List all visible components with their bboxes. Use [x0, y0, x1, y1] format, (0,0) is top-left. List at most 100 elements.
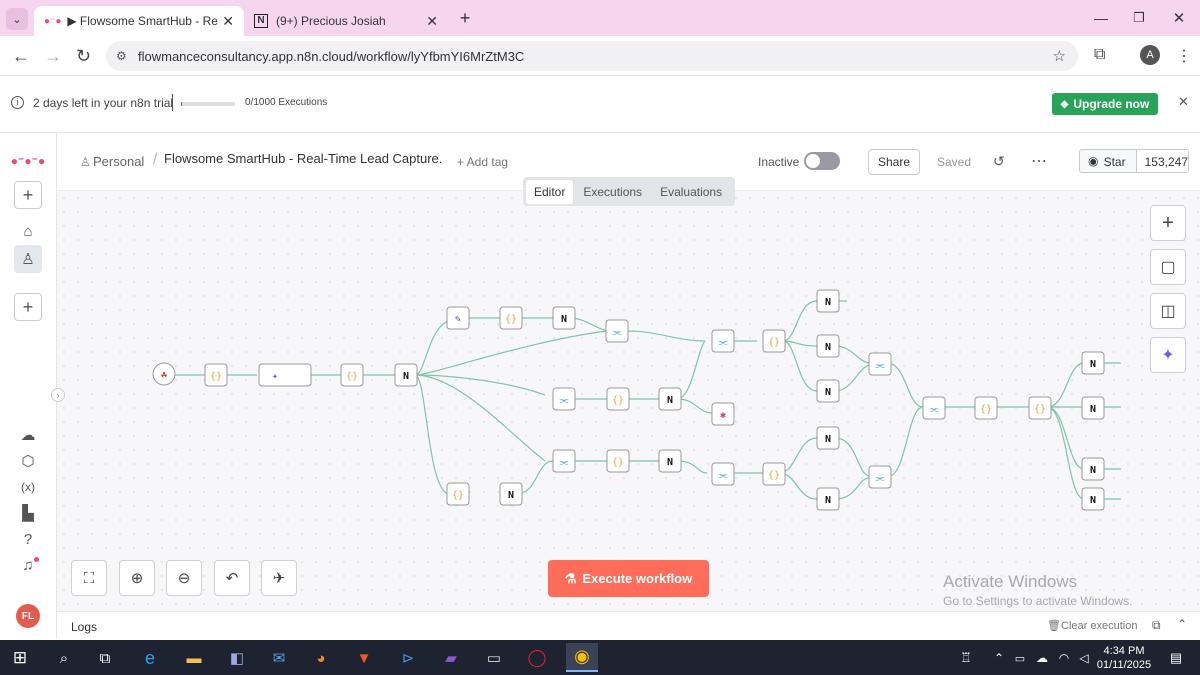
- ai-assistant-icon[interactable]: ✦: [1150, 337, 1186, 373]
- svg-text:N: N: [1090, 404, 1096, 415]
- svg-text:⫘: ⫘: [876, 473, 885, 484]
- volume-icon[interactable]: ◁: [1072, 646, 1096, 670]
- profile-avatar[interactable]: A: [1140, 45, 1160, 65]
- close-window-button[interactable]: ✕: [1164, 6, 1194, 30]
- sidebar-collapse-button[interactable]: ›: [51, 388, 65, 402]
- search-icon[interactable]: ⌕: [52, 646, 76, 670]
- create-button[interactable]: +: [14, 181, 42, 209]
- mail-icon[interactable]: ✉: [267, 646, 291, 670]
- svg-text:N: N: [403, 371, 409, 382]
- browser-tab[interactable]: N (9+) Precious Josiah ✕: [244, 6, 448, 36]
- close-tab-icon[interactable]: ✕: [426, 13, 438, 30]
- task-view-icon[interactable]: ⧉: [93, 646, 117, 670]
- pop-out-icon[interactable]: ⧉: [1152, 618, 1161, 633]
- n8n-logo-icon[interactable]: ●⁼●⁼●: [11, 147, 45, 175]
- forward-icon[interactable]: →: [44, 46, 62, 67]
- personal-icon[interactable]: ♙: [14, 245, 42, 273]
- back-icon[interactable]: ←: [12, 46, 30, 67]
- execute-workflow-button[interactable]: ⚗ Execute workflow: [548, 560, 709, 597]
- svg-text:✱: ✱: [720, 410, 726, 421]
- url-input[interactable]: ⚙ flowmanceconsultancy.app.n8n.cloud/wor…: [106, 41, 1078, 71]
- svg-text:✦: ✦: [272, 371, 278, 382]
- zoom-in-icon[interactable]: ⊕: [119, 560, 155, 596]
- close-tab-icon[interactable]: ✕: [222, 13, 234, 30]
- store-icon[interactable]: ◧: [225, 646, 249, 670]
- zoom-out-icon[interactable]: ⊖: [166, 560, 202, 596]
- logs-label[interactable]: Logs: [71, 620, 97, 634]
- svg-text:{}: {}: [505, 314, 517, 325]
- svg-text:⫘: ⫘: [930, 404, 939, 415]
- brave-icon[interactable]: ▼: [352, 646, 376, 670]
- more-options-icon[interactable]: ⋯: [1031, 151, 1047, 171]
- restore-button[interactable]: ❐: [1124, 6, 1154, 30]
- sticky-note-icon[interactable]: ▢: [1150, 249, 1186, 285]
- extensions-icon[interactable]: ⧉: [1094, 46, 1105, 64]
- add-tag-link[interactable]: + Add tag: [457, 155, 508, 169]
- svg-text:N: N: [825, 495, 831, 506]
- home-icon[interactable]: ⌂: [14, 217, 42, 245]
- clear-execution-button[interactable]: Clear execution: [1061, 620, 1137, 632]
- side-panel-icon[interactable]: ◫: [1150, 293, 1186, 329]
- tab-search-button[interactable]: ⌄: [6, 8, 28, 30]
- clock-time: 4:34 PM: [1103, 645, 1145, 657]
- edge-icon[interactable]: e: [138, 646, 162, 670]
- site-info-icon[interactable]: ⚙: [116, 49, 127, 63]
- clipchamp-icon[interactable]: ▰: [439, 646, 463, 670]
- github-icon: ◉: [1088, 154, 1099, 168]
- logs-bar[interactable]: Logs 🗑 Clear execution ⧉ ⌃: [57, 611, 1200, 640]
- notifications-icon[interactable]: ♫: [14, 551, 42, 579]
- workflow-nodes: [152, 289, 1105, 511]
- history-icon[interactable]: ↺: [993, 153, 1005, 170]
- workflow-canvas[interactable]: Editor Executions Evaluations ☘ {} ✦ {} …: [57, 177, 1200, 611]
- browser-tab-strip: ⌄ ●⁻● ▶ Flowsome SmartHub - Real-T ✕ N (…: [0, 0, 1200, 36]
- flask-icon: ⚗: [564, 570, 577, 586]
- bookmark-star-icon[interactable]: ☆: [1053, 47, 1066, 65]
- upgrade-button[interactable]: ◈ Upgrade now: [1052, 93, 1158, 115]
- close-banner-icon[interactable]: ✕: [1178, 94, 1189, 110]
- svg-text:{}: {}: [612, 395, 624, 406]
- add-project-button[interactable]: +: [14, 293, 42, 321]
- people-icon[interactable]: ♖: [954, 646, 978, 670]
- github-star-widget[interactable]: ◉ Star 153,247: [1079, 149, 1189, 173]
- active-toggle[interactable]: [804, 152, 840, 170]
- clock[interactable]: 4:34 PM 01/11/2025: [1096, 644, 1152, 672]
- breadcrumb-personal[interactable]: Personal: [93, 154, 144, 169]
- svg-text:N: N: [508, 490, 514, 501]
- user-icon: ♙: [80, 155, 91, 169]
- network-icon[interactable]: ☁: [1030, 646, 1054, 670]
- browser-tab-active[interactable]: ●⁻● ▶ Flowsome SmartHub - Real-T ✕: [34, 6, 244, 36]
- chrome-icon[interactable]: ◉: [566, 643, 598, 672]
- workflow-title[interactable]: Flowsome SmartHub - Real-Time Lead Captu…: [164, 151, 442, 166]
- powershell-icon[interactable]: ⊳: [396, 646, 420, 670]
- watermark-title: Activate Windows: [943, 572, 1078, 591]
- variables-icon[interactable]: (x): [14, 473, 42, 501]
- svg-text:☘: ☘: [161, 370, 167, 381]
- cloud-icon[interactable]: ☁: [14, 421, 42, 449]
- divider: [172, 94, 173, 111]
- battery-icon[interactable]: ▭: [1008, 646, 1032, 670]
- share-button[interactable]: Share: [868, 149, 920, 175]
- insights-icon[interactable]: ▙: [14, 499, 42, 527]
- minimize-button[interactable]: —: [1086, 6, 1116, 30]
- windows-start-icon[interactable]: ⊞: [8, 646, 32, 670]
- templates-icon[interactable]: ⬡: [14, 447, 42, 475]
- tidy-up-icon[interactable]: ✈: [261, 560, 297, 596]
- file-explorer-icon[interactable]: ▬: [182, 646, 206, 670]
- add-node-button[interactable]: +: [1150, 205, 1186, 241]
- new-tab-button[interactable]: +: [452, 6, 478, 30]
- active-status-label: Inactive: [758, 155, 800, 169]
- collapse-icon[interactable]: ⌃: [1177, 617, 1187, 631]
- toggle-knob: [806, 154, 820, 168]
- reload-icon[interactable]: ↻: [76, 46, 91, 67]
- svg-text:{}: {}: [612, 457, 624, 468]
- terminal-icon[interactable]: ▭: [482, 646, 506, 670]
- opera-icon[interactable]: ◯: [525, 646, 549, 670]
- undo-icon[interactable]: ↶: [214, 560, 250, 596]
- help-icon[interactable]: ?: [14, 525, 42, 553]
- fit-view-icon[interactable]: ⛶: [71, 560, 107, 596]
- user-avatar[interactable]: FL: [16, 604, 40, 628]
- firefox-icon[interactable]: ◕: [309, 646, 333, 670]
- menu-kebab-icon[interactable]: ⋮: [1176, 46, 1192, 66]
- action-center-icon[interactable]: ▤: [1164, 646, 1188, 670]
- clock-date: 01/11/2025: [1096, 659, 1152, 671]
